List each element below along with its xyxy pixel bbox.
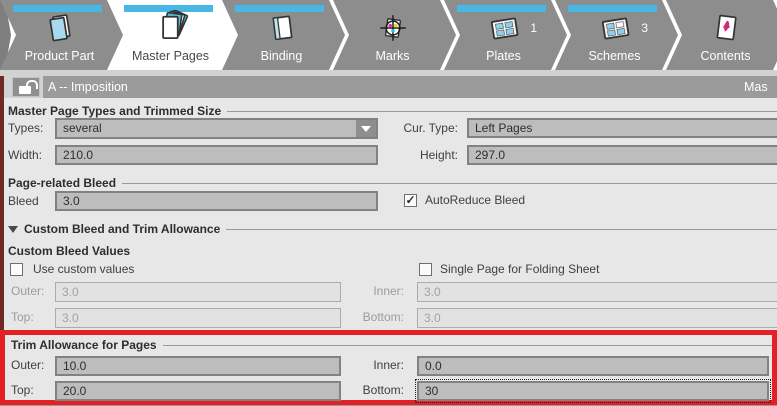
tab-marks[interactable]: Marks	[333, 0, 456, 70]
tab-label: Contents	[680, 49, 771, 63]
tab-contents[interactable]: Contents	[666, 0, 777, 70]
wizard-tab-bar: Product Part Master Pages	[0, 0, 777, 70]
cur-type-label: Cur. Type:	[392, 118, 458, 139]
trim-bottom-field-focused[interactable]	[417, 381, 769, 401]
bleed-field[interactable]	[55, 191, 378, 211]
application-window: Product Part Master Pages	[0, 0, 777, 406]
cur-type-field[interactable]	[467, 118, 777, 138]
section-page-related-bleed: Page-related Bleed	[8, 176, 777, 190]
section-rule	[122, 183, 777, 184]
panel-title-bar: A -- Imposition Mas	[43, 76, 777, 98]
height-field[interactable]	[467, 145, 777, 165]
tab-schemes[interactable]: 3 Schemes	[555, 0, 678, 70]
section-master-page-types: Master Page Types and Trimmed Size	[8, 104, 777, 118]
product-part-color-stripe	[0, 76, 4, 330]
section-title: Custom Bleed and Trim Allowance	[24, 222, 220, 236]
highlight-annotation-box: Trim Allowance for Pages Outer: Inner: T…	[0, 330, 777, 405]
single-page-label: Single Page for Folding Sheet	[440, 262, 599, 277]
height-label: Height:	[392, 145, 458, 166]
use-custom-values-label: Use custom values	[33, 262, 134, 277]
trim-bottom-label: Bottom:	[336, 380, 404, 401]
section-trim-allowance: Trim Allowance for Pages	[11, 338, 772, 352]
custom-bottom-field	[417, 308, 777, 328]
trim-top-field[interactable]	[55, 381, 341, 401]
binding-icon	[238, 10, 325, 46]
autoreduce-bleed-label: AutoReduce Bleed	[425, 193, 525, 208]
subsection-title: Custom Bleed Values	[8, 244, 130, 258]
trim-outer-field[interactable]	[55, 356, 341, 376]
trim-inner-label: Inner:	[336, 355, 404, 376]
width-label: Width:	[8, 145, 42, 166]
checkmark-icon: ✓	[405, 193, 415, 207]
section-title: Trim Allowance for Pages	[11, 338, 157, 352]
collapse-arrow-icon[interactable]	[8, 226, 18, 233]
combobox-dropdown-button[interactable]	[356, 120, 376, 137]
trim-outer-label: Outer:	[11, 355, 44, 376]
custom-inner-label: Inner:	[336, 281, 404, 302]
single-page-checkbox[interactable]	[419, 263, 432, 276]
marks-icon	[349, 10, 436, 46]
use-custom-values-checkbox[interactable]	[10, 263, 23, 276]
tab-plates[interactable]: 1 Plates	[444, 0, 567, 70]
tab-label: Plates	[458, 49, 549, 63]
trim-inner-field[interactable]	[417, 356, 769, 376]
custom-bottom-label: Bottom:	[336, 307, 404, 328]
tab-label: Marks	[347, 49, 438, 63]
header-right-text: Mas	[744, 76, 768, 98]
types-combobox[interactable]: several	[55, 118, 378, 139]
tab-binding[interactable]: Binding	[222, 0, 345, 70]
tab-count-badge: 1	[530, 21, 537, 35]
types-label: Types:	[8, 118, 43, 139]
custom-top-label: Top:	[11, 307, 34, 328]
chevron-down-icon	[361, 126, 371, 132]
section-rule	[163, 345, 772, 346]
section-title: Page-related Bleed	[8, 176, 116, 190]
tab-product-part[interactable]: Product Part	[0, 0, 123, 70]
product-part-icon	[16, 10, 103, 46]
lock-button[interactable]	[12, 77, 40, 97]
tab-count-badge: 3	[641, 21, 648, 35]
tab-label: Product Part	[14, 49, 105, 63]
section-title: Master Page Types and Trimmed Size	[8, 104, 221, 118]
autoreduce-bleed-checkbox[interactable]: ✓	[404, 194, 417, 207]
section-custom-bleed-trim: Custom Bleed and Trim Allowance	[8, 222, 777, 236]
section-rule	[226, 229, 777, 230]
custom-outer-label: Outer:	[11, 281, 44, 302]
bleed-label: Bleed	[8, 191, 39, 212]
tab-master-pages[interactable]: Master Pages	[111, 0, 234, 70]
custom-top-field	[55, 308, 341, 328]
trim-top-label: Top:	[11, 380, 34, 401]
master-pages-icon	[127, 10, 214, 46]
contents-pdf-icon	[682, 10, 769, 46]
section-rule	[227, 111, 777, 112]
custom-outer-field	[55, 282, 341, 302]
tab-label: Binding	[236, 49, 327, 63]
panel-title: A -- Imposition	[48, 76, 128, 98]
custom-inner-field	[417, 282, 777, 302]
width-field[interactable]	[55, 145, 378, 165]
tab-label: Master Pages	[125, 49, 216, 63]
tab-label: Schemes	[569, 49, 660, 63]
subsection-custom-bleed-values: Custom Bleed Values	[8, 244, 777, 258]
types-value: several	[57, 120, 356, 137]
